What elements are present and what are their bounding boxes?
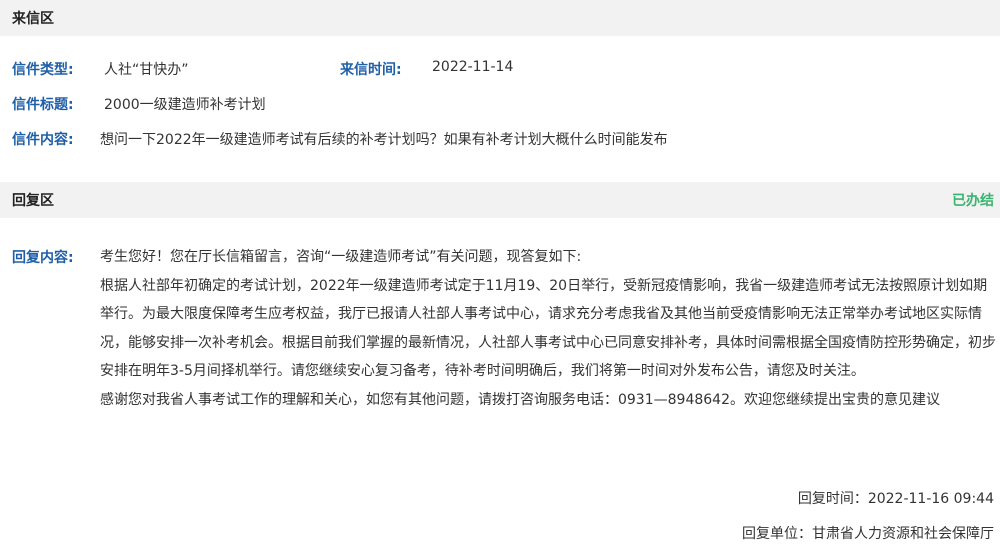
- letter-detail-page: 来信区 信件类型: 人社“甘快办” 来信时间: 2022-11-14 信件标题:…: [0, 0, 1000, 546]
- status-badge: 已办结: [952, 193, 994, 209]
- reply-paragraph: 根据人社部年初确定的考试计划，2022年一级建造师考试定于11月19、20日举行…: [100, 277, 996, 380]
- letter-subject-label: 信件标题:: [12, 97, 74, 113]
- letter-type-label: 信件类型:: [12, 62, 74, 78]
- letter-content-label: 信件内容:: [12, 132, 74, 148]
- reply-section-header: 回复区 已办结: [0, 182, 1000, 218]
- reply-time: 回复时间：2022-11-16 09:44: [797, 491, 994, 507]
- letter-time-value: 2022-11-14: [432, 59, 514, 75]
- letter-subject-value: 2000一级建造师补考计划: [104, 97, 266, 113]
- reply-content-label: 回复内容:: [12, 250, 74, 266]
- letter-section-header: 来信区: [0, 0, 1000, 36]
- letter-content-value: 想问一下2022年一级建造师考试有后续的补考计划吗？如果有补考计划大概什么时间能…: [100, 132, 668, 148]
- letter-type-value: 人社“甘快办”: [104, 62, 189, 78]
- reply-unit: 回复单位：甘肃省人力资源和社会保障厅: [742, 526, 994, 542]
- reply-content-body: 考生您好！您在厅长信箱留言，咨询“一级建造师考试”有关问题，现答复如下: 根据人…: [100, 243, 998, 414]
- reply-section-title: 回复区: [12, 193, 54, 209]
- reply-paragraph: 考生您好！您在厅长信箱留言，咨询“一级建造师考试”有关问题，现答复如下:: [100, 249, 582, 265]
- letter-time-label: 来信时间:: [340, 62, 402, 78]
- reply-paragraph: 感谢您对我省人事考试工作的理解和关心，如您有其他问题，请拨打咨询服务电话：093…: [100, 391, 940, 408]
- letter-section-title: 来信区: [12, 11, 54, 27]
